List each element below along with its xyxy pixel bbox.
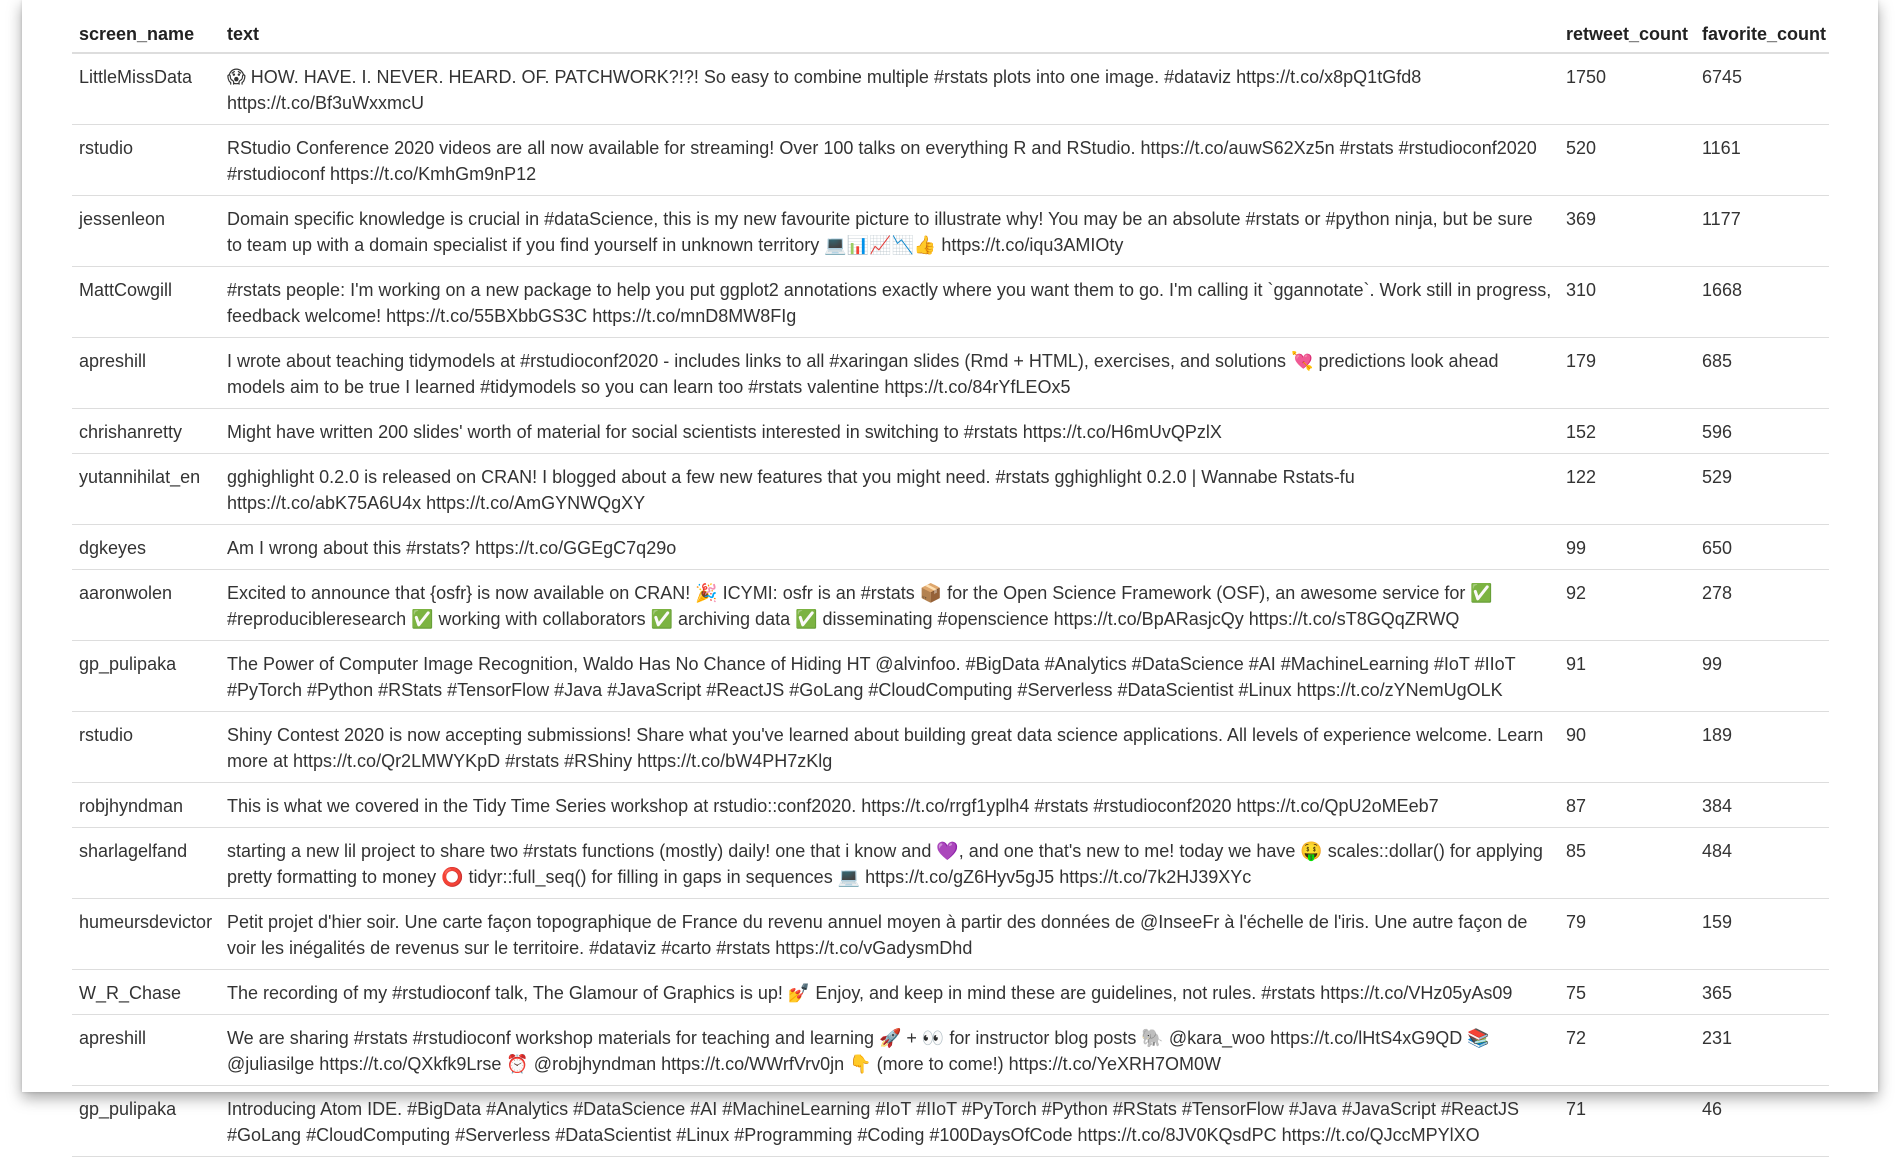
cell-text: We are sharing #rstats #rstudioconf work… bbox=[220, 1014, 1559, 1086]
cell-retweet-count: 179 bbox=[1559, 337, 1695, 409]
cell-retweet-count: 90 bbox=[1559, 711, 1695, 783]
cell-screen-name: apreshill bbox=[72, 337, 220, 409]
cell-text: Am I wrong about this #rstats? https://t… bbox=[220, 524, 1559, 570]
table-row: sharlagelfand starting a new lil project … bbox=[72, 827, 1829, 899]
table-row: dgkeyes Am I wrong about this #rstats? ht… bbox=[72, 524, 1829, 570]
column-header-text[interactable]: text bbox=[220, 14, 1559, 54]
table-row: W_R_Chase The recording of my #rstudiocon… bbox=[72, 969, 1829, 1015]
cell-retweet-count: 122 bbox=[1559, 453, 1695, 525]
table-row: MattCowgill #rstats people: I'm working o… bbox=[72, 266, 1829, 338]
cell-retweet-count: 87 bbox=[1559, 782, 1695, 828]
cell-screen-name: yutannihilat_en bbox=[72, 453, 220, 525]
cell-screen-name: LittleMissData bbox=[79, 67, 193, 87]
cell-text: Shiny Contest 2020 is now accepting subm… bbox=[220, 711, 1559, 783]
cell-retweet-count: 152 bbox=[1559, 408, 1695, 454]
table-row: humeursdevictor Petit projet d'hier soir.… bbox=[72, 898, 1829, 970]
cell-text: Domain specific knowledge is crucial in … bbox=[220, 195, 1559, 267]
cell-screen-name: sharlagelfand bbox=[72, 827, 220, 899]
cell-favorite-count: 529 bbox=[1695, 453, 1829, 525]
cell-favorite-count: 384 bbox=[1695, 782, 1829, 828]
cell-retweet-count: 91 bbox=[1559, 640, 1695, 712]
cell-favorite-count: 484 bbox=[1695, 827, 1829, 899]
table-row: chrishanretty Might have written 200 slid… bbox=[72, 408, 1829, 454]
cell-screen-name: gp_pulipaka bbox=[72, 1085, 220, 1157]
cell-retweet-count: 75 bbox=[1559, 969, 1695, 1015]
table-row: rstudio RStudio Conference 2020 videos ar… bbox=[72, 124, 1829, 196]
cell-retweet-count: 310 bbox=[1559, 266, 1695, 338]
cell-retweet-count: 99 bbox=[1559, 524, 1695, 570]
cell-retweet-count: 1750 bbox=[1566, 67, 1607, 87]
cell-favorite-count: 6745 bbox=[1702, 67, 1743, 87]
cell-favorite-count: 685 bbox=[1695, 337, 1829, 409]
cell-retweet-count: 520 bbox=[1559, 124, 1695, 196]
cell-favorite-count: 46 bbox=[1695, 1085, 1829, 1157]
table-frame: screen_name text retweet_count favorite_… bbox=[22, 0, 1878, 1157]
table-row: jessenleon Domain specific knowledge is c… bbox=[72, 195, 1829, 267]
cell-retweet-count: 92 bbox=[1559, 569, 1695, 641]
cell-screen-name: jessenleon bbox=[72, 195, 220, 267]
cell-favorite-count: 99 bbox=[1695, 640, 1829, 712]
cell-screen-name: aaronwolen bbox=[72, 569, 220, 641]
cell-text: Might have written 200 slides' worth of … bbox=[220, 408, 1559, 454]
cell-text: The Power of Computer Image Recognition,… bbox=[220, 640, 1559, 712]
tweets-table: screen_name text retweet_count favorite_… bbox=[72, 14, 1829, 1157]
cell-text: Petit projet d'hier soir. Une carte faço… bbox=[220, 898, 1559, 970]
cell-favorite-count: 596 bbox=[1695, 408, 1829, 454]
cell-favorite-count: 1177 bbox=[1695, 195, 1829, 267]
cell-text: Excited to announce that {osfr} is now a… bbox=[220, 569, 1559, 641]
cell-retweet-count: 79 bbox=[1559, 898, 1695, 970]
cell-favorite-count: 278 bbox=[1695, 569, 1829, 641]
cell-screen-name: rstudio bbox=[72, 124, 220, 196]
cell-text: RStudio Conference 2020 videos are all n… bbox=[220, 124, 1559, 196]
cell-favorite-count: 189 bbox=[1695, 711, 1829, 783]
cell-favorite-count: 159 bbox=[1695, 898, 1829, 970]
table-row: robjhyndman This is what we covered in th… bbox=[72, 782, 1829, 828]
cell-text: #rstats people: I'm working on a new pac… bbox=[220, 266, 1559, 338]
column-header-retweet-count[interactable]: retweet_count bbox=[1559, 14, 1695, 54]
cell-retweet-count: 85 bbox=[1559, 827, 1695, 899]
table-row: yutannihilat_en gghighlight 0.2.0 is rele… bbox=[72, 453, 1829, 525]
cell-favorite-count: 650 bbox=[1695, 524, 1829, 570]
cell-retweet-count: 71 bbox=[1559, 1085, 1695, 1157]
cell-favorite-count: 365 bbox=[1695, 969, 1829, 1015]
cell-screen-name: chrishanretty bbox=[72, 408, 220, 454]
column-header-favorite-count[interactable]: favorite_count bbox=[1695, 14, 1829, 54]
cell-screen-name: robjhyndman bbox=[72, 782, 220, 828]
cell-favorite-count: 1161 bbox=[1695, 124, 1829, 196]
table-row: gp_pulipaka The Power of Computer Image R… bbox=[72, 640, 1829, 712]
cell-favorite-count: 1668 bbox=[1695, 266, 1829, 338]
cell-screen-name: dgkeyes bbox=[72, 524, 220, 570]
cell-text: Introducing Atom IDE. #BigData #Analytic… bbox=[220, 1085, 1559, 1157]
cell-text: gghighlight 0.2.0 is released on CRAN! I… bbox=[220, 453, 1559, 525]
cell-text: 😱 HOW. HAVE. I. NEVER. HEARD. OF. PATCHW… bbox=[227, 67, 1422, 113]
cell-text: This is what we covered in the Tidy Time… bbox=[220, 782, 1559, 828]
table-row: apreshill I wrote about teaching tidymode… bbox=[72, 337, 1829, 409]
cell-screen-name: humeursdevictor bbox=[72, 898, 220, 970]
column-header-screen-name[interactable]: screen_name bbox=[72, 14, 220, 54]
table-row: aaronwolen Excited to announce that {osfr… bbox=[72, 569, 1829, 641]
table-row: gp_pulipaka Introducing Atom IDE. #BigDat… bbox=[72, 1085, 1829, 1157]
cell-retweet-count: 369 bbox=[1559, 195, 1695, 267]
table-row: LittleMissData 😱 HOW. HAVE. I. NEVER. HEA… bbox=[72, 53, 1829, 125]
cell-screen-name: W_R_Chase bbox=[72, 969, 220, 1015]
cell-text: I wrote about teaching tidymodels at #rs… bbox=[220, 337, 1559, 409]
cell-retweet-count: 72 bbox=[1559, 1014, 1695, 1086]
cell-screen-name: apreshill bbox=[72, 1014, 220, 1086]
cell-screen-name: MattCowgill bbox=[72, 266, 220, 338]
cell-text: The recording of my #rstudioconf talk, T… bbox=[220, 969, 1559, 1015]
table-row: apreshill We are sharing #rstats #rstudio… bbox=[72, 1014, 1829, 1086]
cell-text: starting a new lil project to share two … bbox=[220, 827, 1559, 899]
cell-screen-name: rstudio bbox=[72, 711, 220, 783]
cell-favorite-count: 231 bbox=[1695, 1014, 1829, 1086]
table-row: rstudio Shiny Contest 2020 is now accepti… bbox=[72, 711, 1829, 783]
cell-screen-name: gp_pulipaka bbox=[72, 640, 220, 712]
table-header-row: screen_name text retweet_count favorite_… bbox=[72, 14, 1829, 54]
